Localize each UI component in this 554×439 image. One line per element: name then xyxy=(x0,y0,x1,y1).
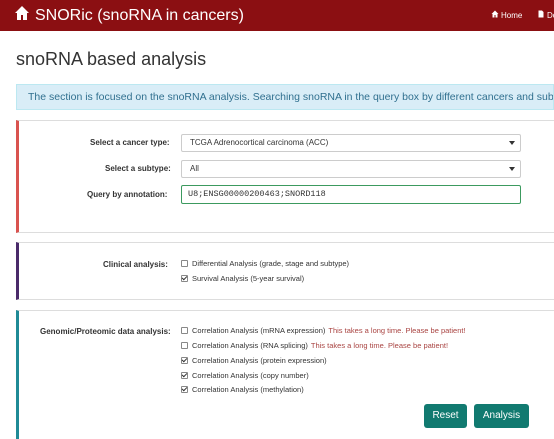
nav-doc-link[interactable]: Do xyxy=(537,10,554,20)
warning-text: This takes a long time. Please be patien… xyxy=(310,341,449,350)
checkbox-checked[interactable] xyxy=(181,372,188,379)
option-differential-analysis[interactable]: Differential Analysis (grade, stage and … xyxy=(181,259,349,268)
nav-home-link[interactable]: Home xyxy=(491,10,522,20)
subtype-select[interactable]: All xyxy=(181,160,521,178)
option-label: Correlation Analysis (RNA splicing) xyxy=(192,341,308,350)
nav-home-label: Home xyxy=(501,10,523,20)
option-label: Survival Analysis (5-year survival) xyxy=(192,274,305,283)
annotation-query-input[interactable]: U8;ENSG00000200463;SNORD118 xyxy=(181,185,521,204)
cancer-type-value: TCGA Adrenocortical carcinoma (ACC) xyxy=(190,138,329,147)
nav-doc-label: Do xyxy=(547,10,554,20)
caret-down-icon xyxy=(509,167,515,171)
option-label: Correlation Analysis (copy number) xyxy=(192,371,309,380)
option-label: Differential Analysis (grade, stage and … xyxy=(192,259,350,268)
brand-link[interactable]: SNORic (snoRNA in cancers) xyxy=(14,5,244,27)
checkbox[interactable] xyxy=(181,342,188,349)
clinical-analysis-label: Clinical analysis: xyxy=(103,260,168,269)
option-methylation[interactable]: Correlation Analysis (methylation) xyxy=(181,385,304,394)
genomic-analysis-label: Genomic/Proteomic data analysis: xyxy=(40,327,171,336)
checkbox-checked[interactable] xyxy=(181,275,188,282)
caret-down-icon xyxy=(509,141,515,145)
home-icon xyxy=(491,10,499,20)
warning-text: This takes a long time. Please be patien… xyxy=(328,326,466,335)
reset-button[interactable]: Reset xyxy=(424,404,467,428)
checkbox[interactable] xyxy=(181,327,188,334)
option-copy-number[interactable]: Correlation Analysis (copy number) xyxy=(181,371,309,380)
home-icon xyxy=(14,5,30,27)
analysis-button[interactable]: Analysis xyxy=(474,404,529,428)
subtype-label: Select a subtype: xyxy=(105,164,171,173)
option-label: Correlation Analysis (mRNA expression) xyxy=(192,326,326,335)
genomic-panel: Genomic/Proteomic data analysis: Correla… xyxy=(16,310,554,439)
option-rna-splicing[interactable]: Correlation Analysis (RNA splicing) This… xyxy=(181,341,448,350)
info-alert: The section is focused on the snoRNA ana… xyxy=(16,84,554,110)
checkbox[interactable] xyxy=(181,260,188,267)
subtype-value: All xyxy=(190,164,199,173)
cancer-type-label: Select a cancer type: xyxy=(90,138,170,147)
clinical-panel: Clinical analysis: Differential Analysis… xyxy=(16,242,554,300)
cancer-type-select[interactable]: TCGA Adrenocortical carcinoma (ACC) xyxy=(181,134,521,152)
navbar: SNORic (snoRNA in cancers) Home Do xyxy=(0,0,554,31)
query-panel: Select a cancer type: TCGA Adrenocortica… xyxy=(16,120,554,233)
checkbox-checked[interactable] xyxy=(181,386,188,393)
option-mrna-expression[interactable]: Correlation Analysis (mRNA expression) T… xyxy=(181,326,466,335)
option-survival-analysis[interactable]: Survival Analysis (5-year survival) xyxy=(181,274,304,283)
option-label: Correlation Analysis (methylation) xyxy=(192,385,304,394)
document-icon xyxy=(537,10,545,20)
option-label: Correlation Analysis (protein expression… xyxy=(192,356,327,365)
checkbox-checked[interactable] xyxy=(181,357,188,364)
option-protein-expression[interactable]: Correlation Analysis (protein expression… xyxy=(181,356,327,365)
brand-title: SNORic (snoRNA in cancers) xyxy=(35,7,244,24)
annotation-label: Query by annotation: xyxy=(87,190,168,199)
page-title: snoRNA based analysis xyxy=(16,49,207,69)
